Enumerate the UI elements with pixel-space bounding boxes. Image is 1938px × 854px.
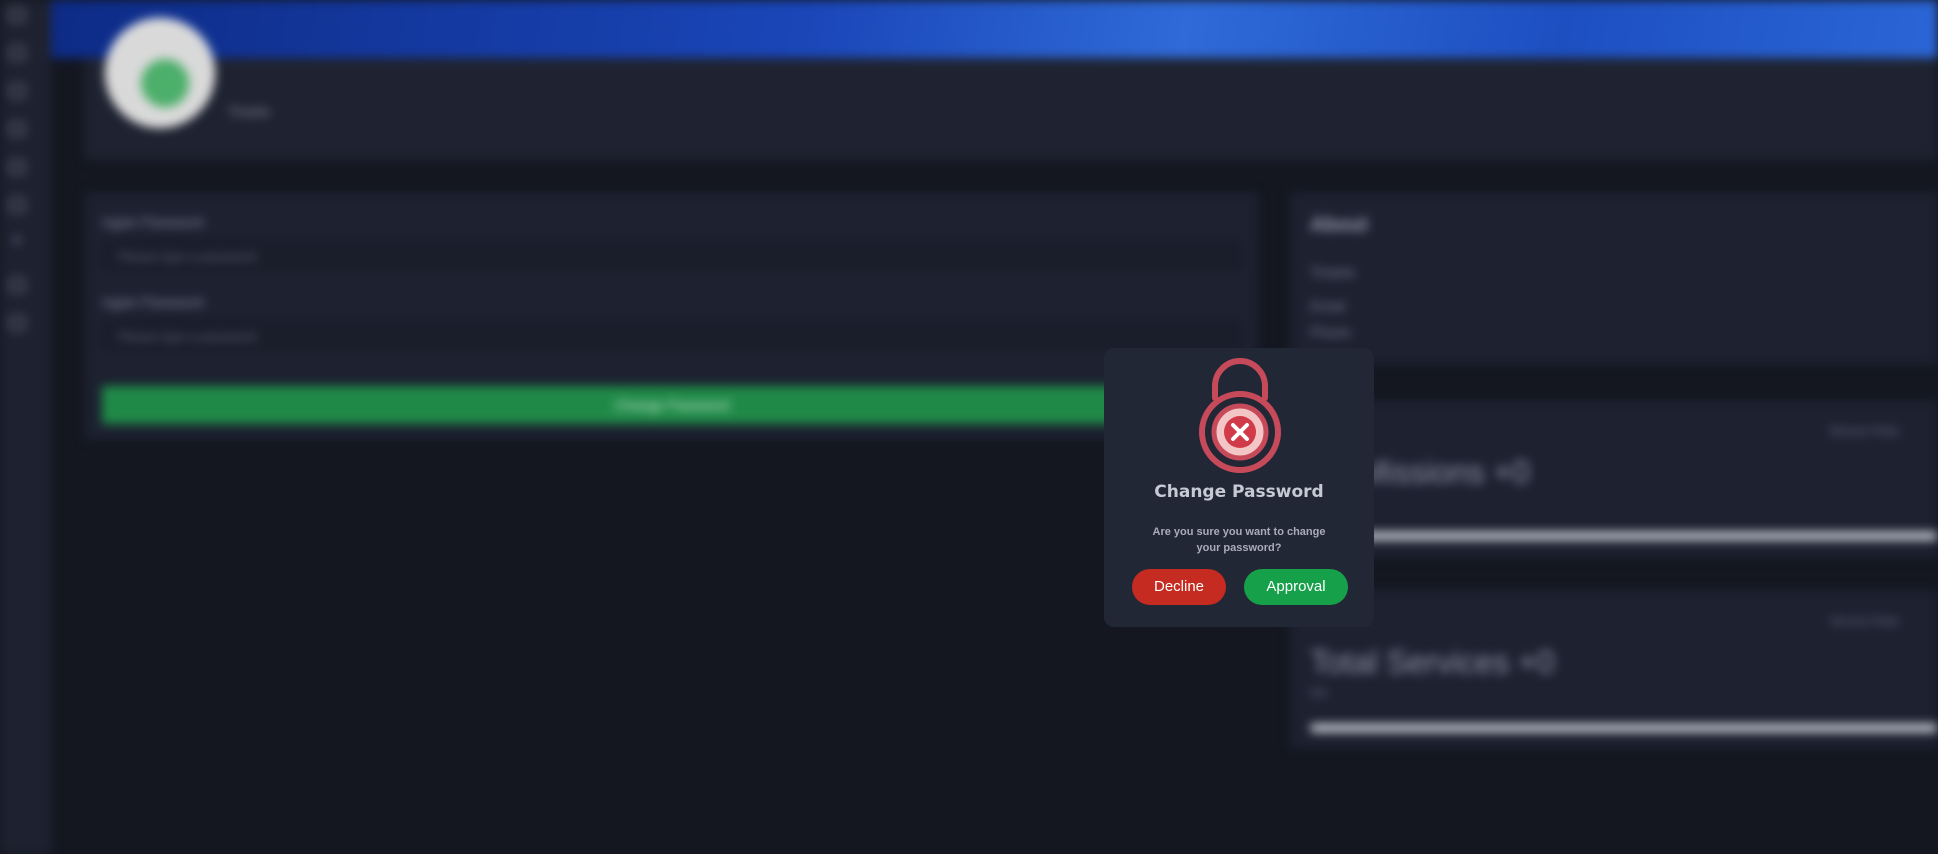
about-name: Tinaelo — [1310, 264, 1356, 280]
about-card — [1290, 192, 1938, 364]
again-password-field[interactable]: Please type a password — [102, 320, 1242, 354]
service-rate-label: Service Rate — [1830, 614, 1899, 628]
profile-header — [85, 58, 1938, 160]
games-icon[interactable] — [9, 316, 25, 330]
email-label: Email — [1310, 298, 1346, 314]
wallet-icon[interactable] — [9, 8, 25, 22]
lock-error-icon — [1199, 358, 1281, 473]
about-title: About — [1310, 214, 1368, 236]
header-banner — [51, 0, 1938, 58]
approval-button[interactable]: Approval — [1244, 569, 1348, 605]
team-icon[interactable] — [9, 278, 25, 292]
services-value: Total Services +0 — [1310, 644, 1555, 680]
dialog-title: Change Password — [1154, 482, 1324, 502]
minus-icon[interactable] — [13, 238, 21, 242]
avatar — [105, 18, 215, 128]
services-percent: 0% — [1310, 686, 1328, 700]
new-password-label: Again Password — [102, 214, 204, 230]
decline-button[interactable]: Decline — [1132, 569, 1226, 605]
background-page: Tinaelo Again Password Please type a pas… — [0, 0, 1938, 854]
again-password-label: Again Password — [102, 294, 204, 310]
lock-icon[interactable] — [9, 198, 25, 212]
calendar-icon[interactable] — [9, 160, 25, 174]
new-password-field[interactable]: Please type a password — [102, 240, 1242, 274]
profile-name: Tinaelo — [228, 104, 271, 119]
services-progress — [1310, 724, 1938, 732]
wallet-add-icon[interactable] — [9, 122, 25, 136]
missions-value: Missions +0 — [1360, 454, 1530, 490]
missions-progress — [1310, 532, 1938, 540]
phone-label: Phone — [1310, 324, 1351, 340]
contact-icon[interactable] — [9, 46, 25, 60]
sidebar — [0, 0, 51, 854]
card-icon[interactable] — [9, 84, 25, 98]
dialog-message: Are you sure you want to change your pas… — [1152, 526, 1326, 554]
change-password-button[interactable]: Change Password — [102, 386, 1242, 424]
mission-rate-label: Mission Rate — [1830, 424, 1900, 438]
